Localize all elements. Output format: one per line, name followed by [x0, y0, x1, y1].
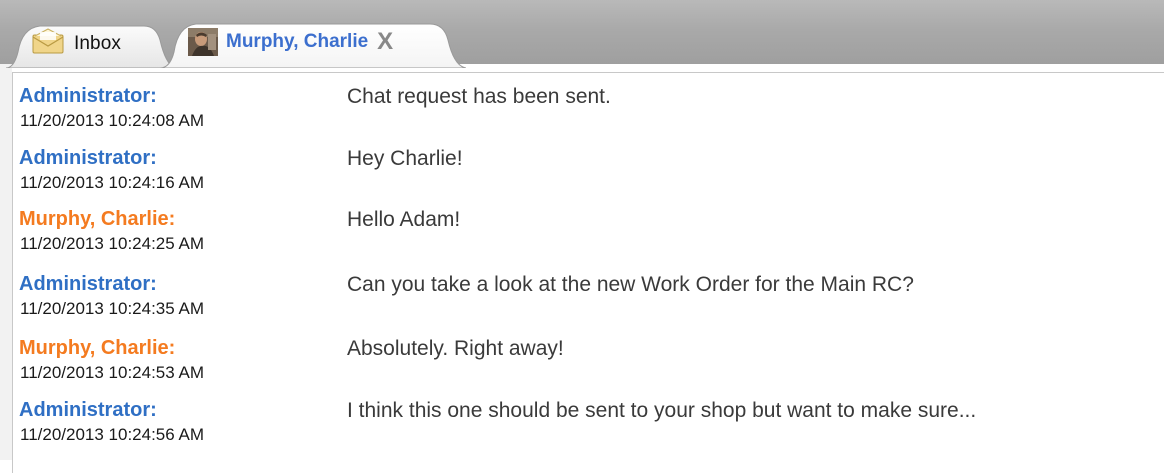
tab-inbox-label: Inbox [74, 32, 121, 54]
message-text: Absolutely. Right away! [347, 337, 564, 360]
message-text: Hello Adam! [347, 208, 461, 231]
chat-message: Administrator: 11/20/2013 10:24:56 AM I … [19, 398, 1149, 458]
tab-inbox[interactable]: Inbox [6, 22, 176, 68]
message-timestamp: 11/20/2013 10:24:56 AM [20, 425, 205, 444]
message-text: Can you take a look at the new Work Orde… [347, 273, 914, 296]
message-sender: Murphy, Charlie: [19, 337, 176, 359]
panel-edge [0, 64, 12, 460]
message-timestamp: 11/20/2013 10:24:53 AM [20, 363, 205, 382]
message-text: I think this one should be sent to your … [347, 399, 977, 422]
message-text: Hey Charlie! [347, 147, 463, 170]
avatar [188, 28, 218, 56]
message-timestamp: 11/20/2013 10:24:08 AM [20, 111, 205, 130]
message-sender: Murphy, Charlie: [19, 208, 176, 230]
message-timestamp: 11/20/2013 10:24:35 AM [20, 299, 205, 318]
message-timestamp: 11/20/2013 10:24:25 AM [20, 234, 205, 253]
chat-message: Murphy, Charlie: 11/20/2013 10:24:53 AM … [19, 336, 1149, 396]
close-icon[interactable]: X [377, 30, 393, 54]
chat-message: Administrator: 11/20/2013 10:24:35 AM Ca… [19, 272, 1149, 332]
message-sender: Administrator: [19, 273, 157, 295]
tab-chat-label: Murphy, Charlie [226, 31, 369, 52]
message-text: Chat request has been sent. [347, 85, 611, 108]
message-sender: Administrator: [19, 85, 157, 107]
message-sender: Administrator: [19, 147, 157, 169]
envelope-icon [32, 28, 64, 59]
chat-message: Administrator: 11/20/2013 10:24:16 AM He… [19, 146, 1149, 206]
chat-message: Murphy, Charlie: 11/20/2013 10:24:25 AM … [19, 207, 1149, 267]
message-sender: Administrator: [19, 399, 157, 421]
chat-message: Administrator: 11/20/2013 10:24:08 AM Ch… [19, 84, 1149, 144]
message-timestamp: 11/20/2013 10:24:16 AM [20, 173, 205, 192]
tab-chat-murphy-charlie[interactable]: Murphy, Charlie X [160, 22, 466, 68]
